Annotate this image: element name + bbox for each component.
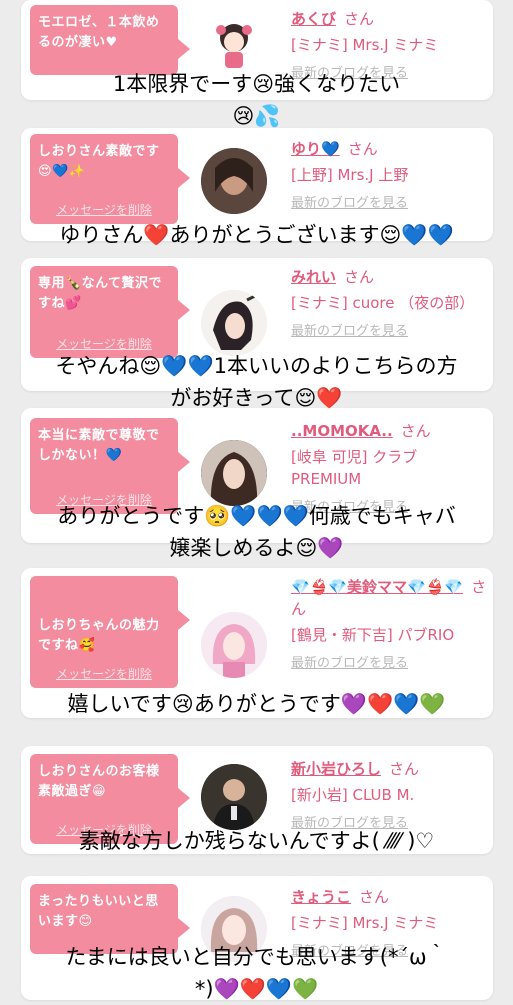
message-text: しおりさんのお客様素敵過ぎ😁 [38, 764, 160, 799]
message-text: しおりさん素敵です😍💙✨ [38, 144, 160, 179]
reply-caption: 嬉しいです😢ありがとうです💜❤️💙💚 [0, 688, 513, 720]
message-bubble: モエロゼ、１本飲めるのが凄い♥ [30, 5, 190, 75]
shop-label: [ミナミ] cuore （夜の部） [291, 294, 475, 312]
honorific: さん [344, 268, 375, 286]
avatar[interactable] [201, 440, 267, 506]
sender-info: 新小岩ひろし さん [新小岩] CLUB M. 最新のブログを見る [291, 758, 487, 831]
reply-caption: 1本限界でーす😢強くなりたい 😢💦 [0, 68, 513, 132]
sender-name-link[interactable]: ゆり💙 [291, 140, 340, 158]
sender-name-link[interactable]: 新小岩ひろし [291, 760, 381, 778]
sender-name-link[interactable]: あくび [291, 10, 336, 28]
reply-line: 嬢楽しめるよ😌💜 [169, 536, 344, 560]
reply-line: *)💜❤️💙💚 [194, 977, 319, 1001]
shop-label: [上野] Mrs.J 上野 [291, 166, 409, 184]
reply-line: 素敵な方しか残らないんですよ( ⁄⁄⁄⁄ )♡ [78, 829, 435, 853]
sender-info: みれい さん [ミナミ] cuore （夜の部） 最新のブログを見る [291, 266, 487, 339]
message-text: まったりもいいと思います😊 [38, 894, 159, 929]
reply-caption: ありがとうです🥺💙💙💙何歳でもキャバ 嬢楽しめるよ😌💜 [0, 500, 513, 564]
reply-caption: たまには良いと自分でも思います(*´ω｀ *)💜❤️💙💚 [0, 941, 513, 1005]
reply-line: がお好きって😌❤️ [170, 386, 343, 410]
shop-label: [新小岩] CLUB M. [291, 786, 415, 804]
reply-line: ありがとうです🥺💙💙💙何歳でもキャバ [57, 504, 456, 528]
delete-message-link[interactable]: メッセージを削除 [30, 665, 178, 682]
sender-name-link[interactable]: きょうこ [291, 888, 351, 906]
delete-message-link[interactable]: メッセージを削除 [30, 201, 178, 218]
reply-line: そやんね😌💙💙1本いいのよりこちらの方 [55, 354, 458, 378]
message-bubble: 専用🍾なんて贅沢ですね💕 メッセージを削除 [30, 266, 190, 358]
sender-info: ゆり💙 さん [上野] Mrs.J 上野 最新のブログを見る [291, 138, 487, 211]
message-text: 本当に素敵で尊敬でしかない！💙 [38, 428, 160, 463]
avatar[interactable] [201, 290, 267, 356]
sender-info: 💎👙💎美鈴ママ💎👙💎 さん [鶴見・新下吉] パブRIO 最新のブログを見る [291, 576, 487, 671]
honorific: さん [389, 760, 420, 778]
reply-line: 嬉しいです😢ありがとうです💜❤️💙💚 [67, 692, 446, 716]
latest-blog-link[interactable]: 最新のブログを見る [291, 192, 487, 211]
latest-blog-link[interactable]: 最新のブログを見る [291, 320, 487, 339]
message-text: しおりちゃんの魅力ですね🥰 [38, 618, 160, 653]
reply-caption: ゆりさん❤️ありがとうございます😌💙💙 [0, 219, 513, 251]
reply-line: 😢💦 [232, 104, 281, 128]
avatar[interactable] [201, 612, 267, 678]
message-text: 専用🍾なんて贅沢ですね💕 [38, 276, 163, 311]
sender-name-link[interactable]: 💎👙💎美鈴ママ💎👙💎 [291, 578, 463, 596]
reply-caption: 素敵な方しか残らないんですよ( ⁄⁄⁄⁄ )♡ [0, 825, 513, 857]
shop-label: [鶴見・新下吉] パブRIO [291, 626, 455, 644]
latest-blog-link[interactable]: 最新のブログを見る [291, 652, 487, 671]
avatar[interactable] [201, 764, 267, 830]
honorific: さん [344, 10, 375, 28]
message-bubble: しおりちゃんの魅力ですね🥰 メッセージを削除 [30, 576, 190, 688]
shop-label: [ミナミ] Mrs.J ミナミ [291, 914, 439, 932]
shop-label: [ミナミ] Mrs.J ミナミ [291, 36, 439, 54]
reply-line: ゆりさん❤️ありがとうございます😌💙💙 [59, 223, 454, 247]
avatar[interactable] [201, 148, 267, 214]
reply-line: たまには良いと自分でも思います(*´ω｀ [65, 945, 448, 969]
reply-caption: そやんね😌💙💙1本いいのよりこちらの方 がお好きって😌❤️ [0, 350, 513, 414]
message-text: モエロゼ、１本飲めるのが凄い♥ [38, 15, 160, 50]
honorific: さん [400, 422, 431, 440]
honorific: さん [347, 140, 378, 158]
message-bubble: しおりさん素敵です😍💙✨ メッセージを削除 [30, 134, 190, 224]
reply-line: 1本限界でーす😢強くなりたい [112, 72, 401, 96]
sender-name-link[interactable]: みれい [291, 268, 336, 286]
sender-name-link[interactable]: ..MOMOKA.. [291, 422, 393, 440]
honorific: さん [359, 888, 390, 906]
shop-label: [岐阜 可児] クラブPREMIUM [291, 448, 418, 488]
